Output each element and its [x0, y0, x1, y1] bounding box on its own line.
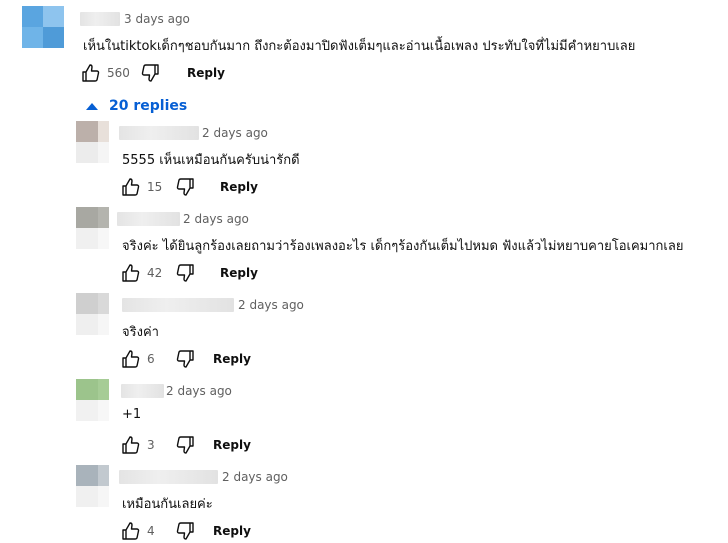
avatar-tile: [98, 486, 109, 507]
avatar-tile: [76, 293, 98, 314]
replies-toggle-label: 20 replies: [109, 98, 188, 114]
reply-button[interactable]: Reply: [220, 180, 258, 194]
avatar-tile: [76, 228, 98, 249]
reply-text: เหมือนกันเลยค่ะ: [122, 497, 213, 512]
thumbs-down-icon[interactable]: [176, 435, 196, 455]
reply-button[interactable]: Reply: [220, 266, 258, 280]
comment-text: เห็นในtiktokเด็กๆชอบกันมาก ถึงกะต้องมาปิ…: [83, 39, 636, 54]
avatar-tile: [98, 400, 109, 421]
avatar-tile: [98, 465, 109, 486]
avatar-tile: [76, 142, 98, 163]
avatar-tile: [43, 6, 64, 27]
reply-avatar[interactable]: [76, 121, 109, 163]
avatar-tile: [76, 379, 98, 400]
comment-timestamp[interactable]: 3 days ago: [124, 12, 190, 26]
avatar-tile: [76, 121, 98, 142]
avatar-tile: [98, 379, 109, 400]
thumbs-down-icon[interactable]: [176, 521, 196, 541]
thumbs-up-icon[interactable]: [80, 63, 100, 83]
author-name-redacted[interactable]: [119, 470, 218, 484]
reply-avatar[interactable]: [76, 465, 109, 507]
avatar-tile: [98, 121, 109, 142]
reply-avatar[interactable]: [76, 293, 109, 335]
reply-avatar[interactable]: [76, 379, 109, 421]
replies-toggle[interactable]: 20 replies: [86, 98, 187, 114]
avatar-tile: [76, 207, 98, 228]
thumbs-up-icon[interactable]: [120, 177, 140, 197]
avatar-tile: [76, 486, 98, 507]
reply-text: 5555 เห็นเหมือนกันครับน่ารักดี: [122, 153, 300, 168]
reply-avatar[interactable]: [76, 207, 109, 249]
reply-button[interactable]: Reply: [213, 352, 251, 366]
reply-text: จริงค่า: [122, 325, 159, 340]
author-name-redacted[interactable]: [119, 126, 199, 140]
reply-text: จริงค่ะ ได้ยินลูกร้องเลยถามว่าร้องเพลงอะ…: [122, 239, 684, 254]
avatar-tile: [98, 207, 109, 228]
avatar-tile: [98, 293, 109, 314]
like-count: 3: [147, 438, 155, 452]
avatar-tile: [22, 27, 43, 48]
thumbs-up-icon[interactable]: [120, 349, 140, 369]
avatar-tile: [22, 6, 43, 27]
reply-timestamp[interactable]: 2 days ago: [166, 384, 232, 398]
like-count: 6: [147, 352, 155, 366]
thumbs-down-icon[interactable]: [176, 177, 196, 197]
author-name-redacted[interactable]: [117, 212, 180, 226]
author-name-redacted[interactable]: [122, 298, 234, 312]
thumbs-up-icon[interactable]: [120, 435, 140, 455]
reply-button[interactable]: Reply: [187, 66, 225, 80]
avatar-tile: [76, 465, 98, 486]
thumbs-up-icon[interactable]: [120, 521, 140, 541]
like-count: 42: [147, 266, 163, 280]
like-count: 560: [107, 66, 130, 80]
like-count: 4: [147, 524, 155, 538]
avatar-tile: [43, 27, 64, 48]
avatar-tile: [76, 314, 98, 335]
avatar-tile: [98, 314, 109, 335]
author-name-redacted[interactable]: [80, 12, 120, 26]
reply-timestamp[interactable]: 2 days ago: [183, 212, 249, 226]
avatar-tile: [98, 142, 109, 163]
reply-button[interactable]: Reply: [213, 524, 251, 538]
author-name-redacted[interactable]: [121, 384, 164, 398]
caret-up-icon: [86, 102, 98, 110]
reply-text: +1: [122, 407, 142, 422]
like-count: 15: [147, 180, 163, 194]
avatar[interactable]: [22, 6, 64, 48]
thumbs-up-icon[interactable]: [120, 263, 140, 283]
avatar-tile: [98, 228, 109, 249]
thumbs-down-icon[interactable]: [141, 63, 161, 83]
reply-timestamp[interactable]: 2 days ago: [202, 126, 268, 140]
reply-button[interactable]: Reply: [213, 438, 251, 452]
avatar-tile: [76, 400, 98, 421]
thumbs-down-icon[interactable]: [176, 263, 196, 283]
reply-timestamp[interactable]: 2 days ago: [222, 470, 288, 484]
reply-timestamp[interactable]: 2 days ago: [238, 298, 304, 312]
thumbs-down-icon[interactable]: [176, 349, 196, 369]
